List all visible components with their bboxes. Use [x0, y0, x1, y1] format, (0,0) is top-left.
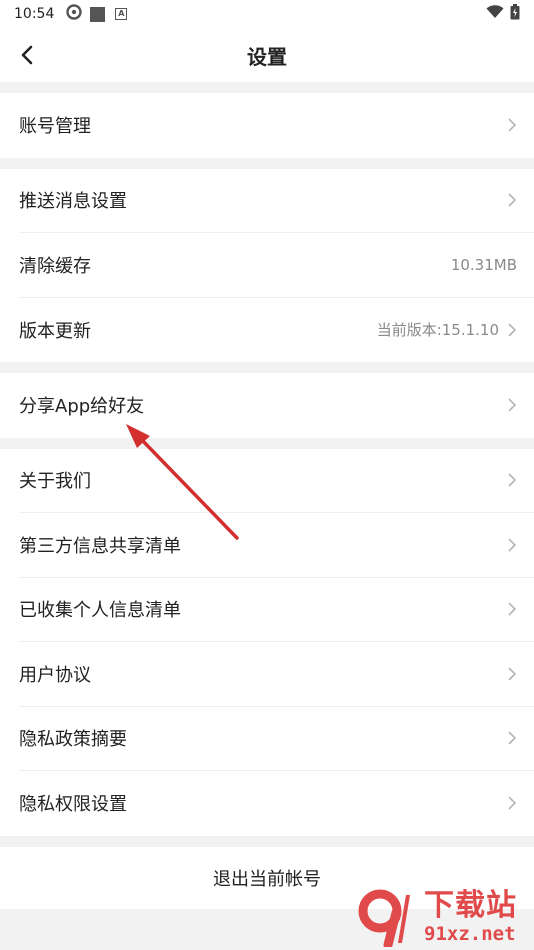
back-icon[interactable] [14, 41, 40, 69]
chevron-right-icon [507, 666, 517, 682]
user-agreement-row[interactable]: 用户协议 [19, 642, 534, 707]
settings-group-share: 分享App给好友 [0, 373, 534, 438]
watermark-url-text: 91xz.net [424, 923, 516, 945]
chevron-right-icon [507, 601, 517, 617]
row-label: 版本更新 [19, 320, 91, 342]
clear-cache-row[interactable]: 清除缓存 10.31MB [19, 233, 534, 298]
chevron-right-icon [507, 795, 517, 811]
row-label: 推送消息设置 [19, 191, 127, 213]
privacy-summary-row[interactable]: 隐私政策摘要 [19, 707, 534, 771]
status-time: 10:54 [14, 6, 55, 22]
account-management-row[interactable]: 账号管理 [19, 93, 534, 158]
chevron-right-icon [507, 472, 517, 488]
chevron-right-icon [507, 537, 517, 553]
version-update-row[interactable]: 版本更新 当前版本:15.1.10 [19, 298, 534, 363]
section-gap [0, 362, 534, 373]
about-us-row[interactable]: 关于我们 [19, 449, 534, 513]
chevron-right-icon [507, 730, 517, 746]
settings-group-account: 账号管理 [0, 93, 534, 158]
notification-square-icon [90, 6, 106, 22]
row-label: 清除缓存 [19, 255, 91, 277]
row-label: 分享App给好友 [19, 396, 145, 418]
collected-info-row[interactable]: 已收集个人信息清单 [19, 578, 534, 642]
watermark: 下载站 91xz.net [358, 886, 528, 950]
battery-icon [510, 4, 520, 24]
wifi-icon [486, 5, 504, 23]
watermark-main-text: 下载站 [424, 888, 517, 923]
settings-group-app: 推送消息设置 清除缓存 10.31MB 版本更新 当前版本:15.1.10 [0, 168, 534, 363]
current-version-value: 当前版本:15.1.10 [376, 321, 499, 340]
page-title: 设置 [247, 44, 287, 69]
chevron-right-icon [507, 117, 517, 133]
third-party-sharing-row[interactable]: 第三方信息共享清单 [19, 513, 534, 578]
chevron-right-icon [507, 322, 517, 338]
watermark-logo-icon [358, 887, 422, 950]
row-label: 账号管理 [19, 116, 91, 138]
cache-size-value: 10.31MB [450, 255, 517, 274]
row-label: 隐私权限设置 [19, 794, 127, 816]
chevron-right-icon [507, 397, 517, 413]
status-bar: 10:54 A [0, 0, 534, 28]
row-label: 已收集个人信息清单 [19, 600, 181, 622]
section-gap [0, 82, 534, 93]
section-gap [0, 437, 534, 449]
row-label: 隐私政策摘要 [19, 729, 127, 751]
header: 设置 [0, 28, 534, 82]
chevron-right-icon [507, 192, 517, 208]
section-gap [0, 835, 534, 847]
sync-icon [66, 4, 83, 24]
share-app-row[interactable]: 分享App给好友 [19, 373, 534, 438]
notification-a-icon: A [115, 8, 128, 20]
push-settings-row[interactable]: 推送消息设置 [19, 169, 534, 233]
privacy-permission-row[interactable]: 隐私权限设置 [19, 771, 534, 836]
row-label: 用户协议 [19, 664, 91, 686]
row-label: 关于我们 [19, 471, 91, 493]
settings-group-info: 关于我们 第三方信息共享清单 已收集个人信息清单 用户协议 隐私政策摘要 隐私权… [0, 448, 534, 836]
row-label: 第三方信息共享清单 [19, 535, 181, 557]
section-gap [0, 157, 534, 169]
